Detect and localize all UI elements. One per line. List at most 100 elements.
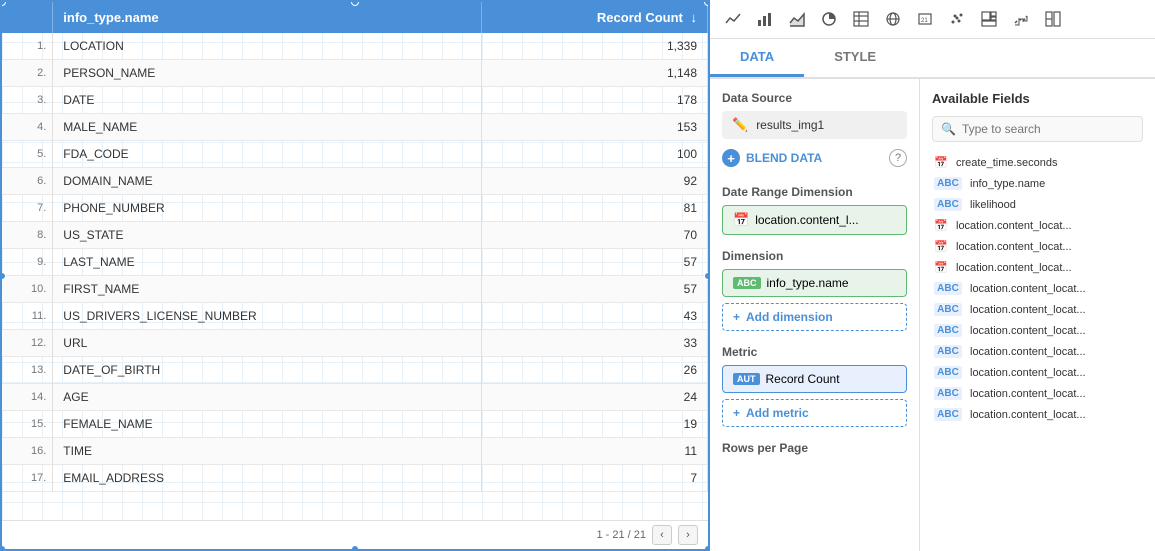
row-count: 100 <box>482 141 708 168</box>
row-num-header <box>2 2 53 33</box>
row-count: 33 <box>482 330 708 357</box>
field-item[interactable]: ABClikelihood <box>932 194 1143 215</box>
add-dimension-button[interactable]: + Add dimension <box>722 303 907 331</box>
handle-bottom-left[interactable] <box>0 545 6 551</box>
row-num: 10. <box>2 276 53 303</box>
sort-arrow-icon: ↓ <box>691 10 698 25</box>
search-icon: 🔍 <box>941 122 956 136</box>
field-item[interactable]: ABClocation.content_locat... <box>932 299 1143 320</box>
field-label: location.content_locat... <box>970 304 1086 316</box>
row-name: US_STATE <box>53 222 482 249</box>
field-item[interactable]: 📅 location.content_locat... <box>932 236 1143 257</box>
row-count: 153 <box>482 114 708 141</box>
dimension-box[interactable]: ABC info_type.name <box>722 269 907 297</box>
bar-chart-icon[interactable] <box>752 6 778 32</box>
blend-icon: + <box>722 149 740 167</box>
fields-list: 📅create_time.secondsABCinfo_type.nameABC… <box>932 152 1143 425</box>
row-num: 14. <box>2 384 53 411</box>
row-name: DATE_OF_BIRTH <box>53 357 482 384</box>
row-num: 12. <box>2 330 53 357</box>
field-label: location.content_locat... <box>970 388 1086 400</box>
field-item[interactable]: ABC location.content_locat... <box>932 341 1143 362</box>
row-count: 1,148 <box>482 60 708 87</box>
row-count: 57 <box>482 249 708 276</box>
row-name: LOCATION <box>53 33 482 60</box>
add-metric-button[interactable]: + Add metric <box>722 399 907 427</box>
count-column-header[interactable]: Record Count ↓ <box>482 2 708 33</box>
help-icon[interactable]: ? <box>889 149 907 167</box>
field-item[interactable]: ABClocation.content_locat... <box>932 383 1143 404</box>
row-num: 8. <box>2 222 53 249</box>
row-name: PERSON_NAME <box>53 60 482 87</box>
blend-data-button[interactable]: + BLEND DATA <box>722 145 822 171</box>
handle-bottom[interactable] <box>351 545 359 551</box>
prev-page-button[interactable]: ‹ <box>652 525 672 545</box>
table-row: 5. FDA_CODE 100 <box>2 141 708 168</box>
metric-section: Metric AUT Record Count + Add metric <box>722 345 907 427</box>
table-row: 17. EMAIL_ADDRESS 7 <box>2 465 708 492</box>
more-chart-icon[interactable] <box>1040 6 1066 32</box>
tab-data[interactable]: DATA <box>710 39 804 77</box>
data-source-item[interactable]: ✏️ results_img1 <box>722 111 907 139</box>
field-label: location.content_locat... <box>970 283 1086 295</box>
calendar-field-icon: 📅 <box>934 261 948 274</box>
field-item[interactable]: 📅location.content_locat... <box>932 257 1143 278</box>
row-name: LAST_NAME <box>53 249 482 276</box>
area-chart-icon[interactable] <box>784 6 810 32</box>
field-label: location.content_locat... <box>970 346 1086 358</box>
field-item[interactable]: 📅create_time.seconds <box>932 152 1143 173</box>
date-range-box[interactable]: 📅 location.content_l... <box>722 205 907 235</box>
next-page-button[interactable]: › <box>678 525 698 545</box>
field-label: likelihood <box>970 199 1016 211</box>
metric-box[interactable]: AUT Record Count <box>722 365 907 393</box>
waterfall-icon[interactable] <box>1008 6 1034 32</box>
right-panel: 21 DATA STYLE Data Source ✏️ results_ <box>710 0 1155 551</box>
table-row: 6. DOMAIN_NAME 92 <box>2 168 708 195</box>
field-item[interactable]: 📅location.content_locat... <box>932 215 1143 236</box>
field-item[interactable]: ABClocation.content_locat... <box>932 362 1143 383</box>
rows-per-page-section: Rows per Page <box>722 441 907 455</box>
name-column-header[interactable]: info_type.name <box>53 2 482 33</box>
handle-bottom-right[interactable] <box>704 545 710 551</box>
row-num: 15. <box>2 411 53 438</box>
table-row: 3. DATE 178 <box>2 87 708 114</box>
table-chart-icon[interactable] <box>848 6 874 32</box>
field-item[interactable]: ABCinfo_type.name <box>932 173 1143 194</box>
table-row: 11. US_DRIVERS_LICENSE_NUMBER 43 <box>2 303 708 330</box>
date-range-value: location.content_l... <box>755 213 858 227</box>
field-label: location.content_locat... <box>956 241 1072 253</box>
row-name: DATE <box>53 87 482 114</box>
row-num: 13. <box>2 357 53 384</box>
line-chart-icon[interactable] <box>720 6 746 32</box>
field-item[interactable]: ABClocation.content_locat... <box>932 278 1143 299</box>
field-item[interactable]: ABClocation.content_locat... <box>932 320 1143 341</box>
table-row: 10. FIRST_NAME 57 <box>2 276 708 303</box>
globe-chart-icon[interactable] <box>880 6 906 32</box>
field-item[interactable]: ABClocation.content_locat... <box>932 404 1143 425</box>
handle-top-right[interactable] <box>704 0 710 6</box>
row-count: 178 <box>482 87 708 114</box>
metric-value: Record Count <box>766 372 840 386</box>
row-num: 6. <box>2 168 53 195</box>
dimension-value: info_type.name <box>767 276 849 290</box>
abc-field-icon: ABC <box>934 324 962 337</box>
scatter-icon[interactable] <box>944 6 970 32</box>
row-name: FEMALE_NAME <box>53 411 482 438</box>
row-count: 92 <box>482 168 708 195</box>
table-row: 16. TIME 11 <box>2 438 708 465</box>
available-fields-title: Available Fields <box>932 91 1143 106</box>
search-bar: 🔍 <box>932 116 1143 142</box>
handle-right[interactable] <box>704 272 710 280</box>
dimension-title: Dimension <box>722 249 907 263</box>
search-input[interactable] <box>962 122 1134 136</box>
pie-chart-icon[interactable] <box>816 6 842 32</box>
row-count: 19 <box>482 411 708 438</box>
scorecard-icon[interactable]: 21 <box>912 6 938 32</box>
rows-per-page-title: Rows per Page <box>722 441 907 455</box>
treemap-icon[interactable] <box>976 6 1002 32</box>
abc-field-icon: ABC <box>934 345 962 358</box>
row-count: 1,339 <box>482 33 708 60</box>
tab-style[interactable]: STYLE <box>804 39 906 77</box>
calendar-field-icon: 📅 <box>934 240 948 253</box>
calendar-field-icon: 📅 <box>934 219 948 232</box>
